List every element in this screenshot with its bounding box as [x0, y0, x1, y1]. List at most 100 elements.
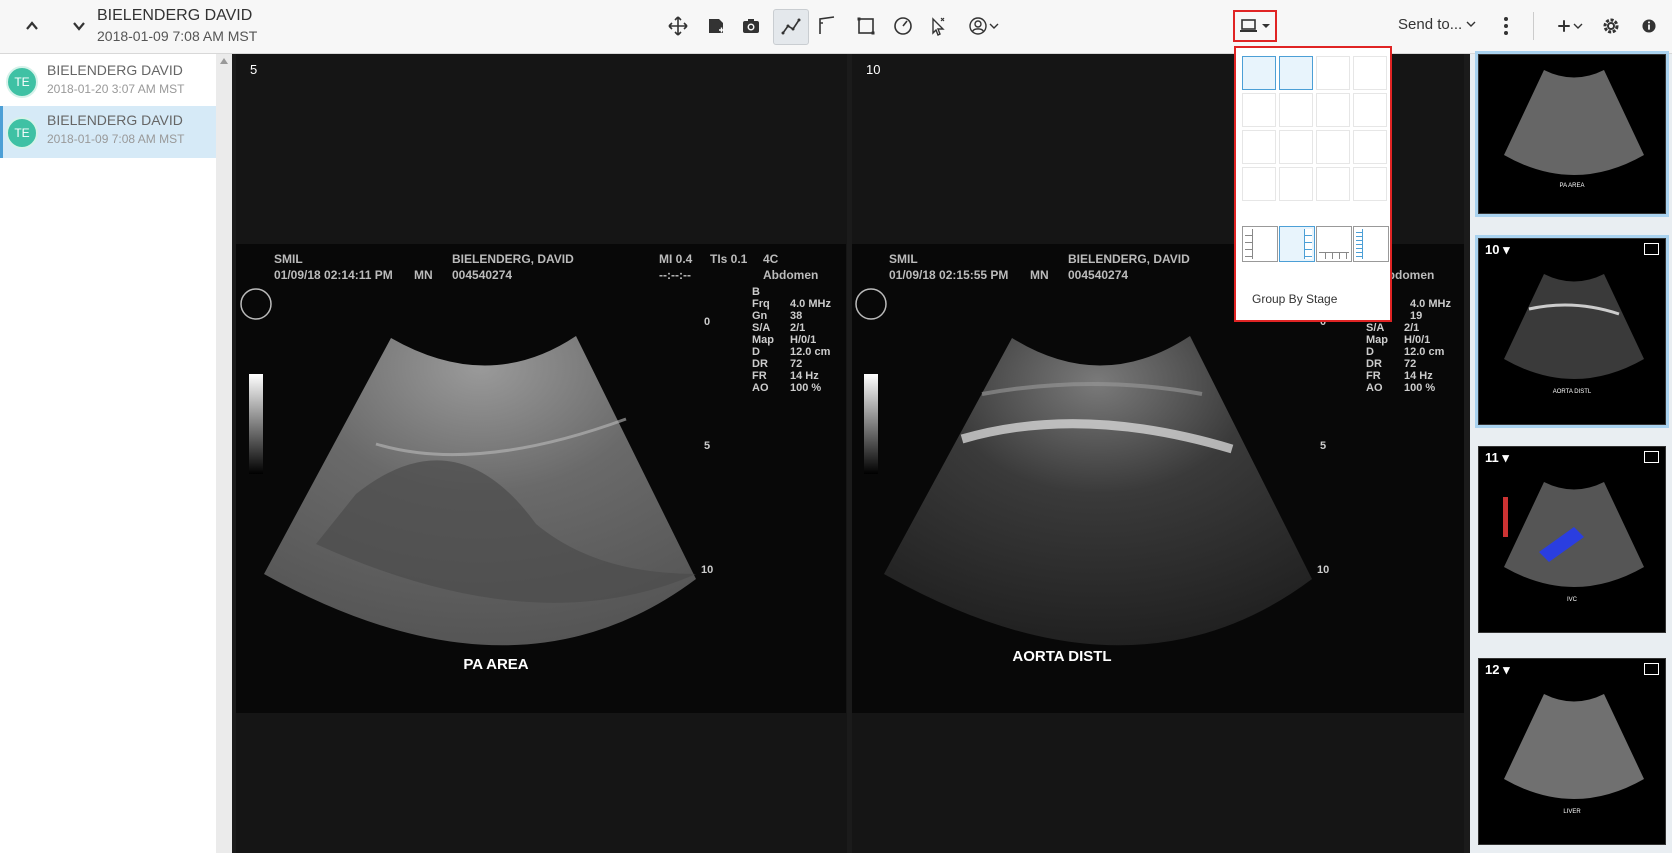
avatar: TE	[6, 117, 38, 149]
depth-label: 5	[1320, 440, 1327, 452]
thumbnail-number-dropdown[interactable]: 11 ▾	[1485, 450, 1509, 466]
study-patient-name: BIELENDERG DAVID	[47, 112, 183, 128]
viewport-1[interactable]: 5 SMIL 01/09/18 02:14:11 PM MN BIELENDER…	[236, 54, 847, 853]
thumbnail-number: 10	[1485, 242, 1500, 257]
us-site: SMIL	[274, 252, 303, 266]
pointer-icon	[932, 17, 945, 36]
param-value: H/0/1	[790, 334, 817, 346]
layout-grid-cell[interactable]	[1353, 130, 1387, 164]
thumbnail-item[interactable]: 10 ▾ AORTA DISTL	[1475, 235, 1669, 428]
thumbnail-caption: IVC	[1566, 597, 1577, 603]
param-key: S/A	[1366, 322, 1385, 334]
layout-grid-cell[interactable]	[1316, 130, 1350, 164]
layout-preset-strip-bottom[interactable]	[1316, 226, 1352, 262]
viewport-number: 5	[250, 62, 258, 77]
depth-label: 5	[704, 440, 711, 452]
thumbnail-image	[1503, 482, 1644, 587]
chevron-up-icon	[26, 21, 38, 30]
us-patient: BIELENDERG, DAVID	[1068, 252, 1190, 266]
thumbnail-image	[1504, 694, 1644, 799]
image-caption: PA AREA	[463, 656, 529, 673]
param-value: 4.0 MHz	[1410, 298, 1451, 310]
layout-popup: Group By Stage	[1234, 46, 1392, 322]
param-value: 72	[1404, 358, 1417, 370]
layout-grid-cell[interactable]	[1279, 93, 1313, 127]
layout-preset-stack-right-narrow[interactable]	[1353, 226, 1389, 262]
layout-grid-cell[interactable]	[1353, 56, 1387, 90]
thumbnail-number-dropdown[interactable]: 12 ▾	[1485, 662, 1510, 678]
param-key: DR	[1366, 358, 1382, 370]
rectangle-tool[interactable]	[849, 9, 883, 43]
annotate-tool[interactable]	[699, 9, 733, 43]
param-value: 14 Hz	[790, 370, 819, 382]
prev-study-button[interactable]	[14, 8, 50, 44]
vertical-dots-icon	[1504, 17, 1508, 35]
gear-icon	[1603, 18, 1619, 34]
study-list-item[interactable]: TE BIELENDERG DAVID 2018-01-20 3:07 AM M…	[0, 56, 216, 108]
thumbnail-item[interactable]: PA AREA	[1475, 51, 1669, 217]
param-value: H/0/1	[1404, 334, 1431, 346]
layout-preset-stack-left[interactable]	[1242, 226, 1278, 262]
layout-grid-cell[interactable]	[1316, 167, 1350, 201]
us-datetime: 01/09/18 02:14:11 PM	[274, 268, 393, 282]
param-value: 100 %	[1404, 382, 1436, 394]
group-by-stage-option[interactable]: Group By Stage	[1252, 292, 1337, 306]
param-key: DR	[752, 358, 768, 370]
study-list-item-selected[interactable]: TE BIELENDERG DAVID 2018-01-09 7:08 AM M…	[0, 106, 216, 158]
info-button[interactable]	[1632, 9, 1666, 43]
layout-grid-cell[interactable]	[1242, 130, 1276, 164]
snapshot-tool[interactable]	[734, 9, 768, 43]
layout-grid-cell[interactable]	[1242, 167, 1276, 201]
send-to-dropdown[interactable]: Send to...	[1398, 16, 1476, 33]
sidebar-scrollbar[interactable]	[216, 54, 232, 853]
pan-tool[interactable]	[661, 9, 695, 43]
angle-tool[interactable]	[810, 9, 844, 43]
ellipse-tool[interactable]	[886, 9, 920, 43]
layout-grid-cell[interactable]	[1316, 93, 1350, 127]
top-toolbar: BIELENDERG DAVID 2018-01-09 7:08 AM MST …	[0, 0, 1672, 54]
layout-button[interactable]	[1233, 10, 1277, 42]
depth-label: 0	[704, 316, 711, 328]
thumbnail-number-dropdown[interactable]: 10 ▾	[1485, 242, 1510, 258]
layout-preset-stack-right[interactable]	[1279, 226, 1315, 262]
thumbnail-image	[1504, 274, 1644, 379]
param-key: D	[752, 346, 760, 358]
us-patient-id: 004540274	[1068, 268, 1129, 282]
next-study-button[interactable]	[61, 8, 97, 44]
caret-down-icon	[1261, 24, 1270, 28]
us-site: SMIL	[889, 252, 918, 266]
layout-grid-cell[interactable]	[1353, 167, 1387, 201]
layout-grid-cell[interactable]	[1316, 56, 1350, 90]
pointer-tool[interactable]	[921, 9, 955, 43]
param-key: Gn	[752, 310, 768, 322]
layout-grid-cell[interactable]	[1242, 56, 1276, 90]
settings-button[interactable]	[1594, 9, 1628, 43]
layout-grid-cell[interactable]	[1279, 56, 1313, 90]
camera-icon	[743, 19, 759, 33]
param-key: Map	[752, 334, 774, 346]
add-dropdown[interactable]	[1551, 9, 1587, 43]
param-key: FR	[1366, 370, 1381, 382]
annotate-icon	[709, 19, 724, 33]
chevron-down-icon	[1573, 23, 1583, 29]
layout-grid-cell[interactable]	[1353, 93, 1387, 127]
us-probe: 4C	[763, 252, 779, 266]
us-operator: MN	[1030, 268, 1049, 282]
series-thumbnails: PA AREA 10 ▾ AORTA DISTL 11 ▾ IVC 12 ▾ L…	[1470, 51, 1672, 853]
layout-grid-cell[interactable]	[1279, 167, 1313, 201]
user-tool-dropdown[interactable]	[962, 9, 1004, 43]
param-value: 2/1	[790, 322, 806, 334]
patient-name: BIELENDERG DAVID	[97, 7, 253, 24]
toolbar-divider	[1533, 12, 1534, 40]
chevron-down-icon	[73, 22, 85, 31]
layout-presets	[1242, 226, 1390, 266]
layout-grid-cell[interactable]	[1242, 93, 1276, 127]
more-options-button[interactable]	[1489, 9, 1523, 43]
thumbnail-item[interactable]: 12 ▾ LIVER	[1478, 658, 1666, 845]
polyline-tool[interactable]	[773, 9, 809, 45]
layout-grid-cell[interactable]	[1279, 130, 1313, 164]
param-value: 4.0 MHz	[790, 298, 831, 310]
us-exam: Abdomen	[763, 268, 819, 282]
layout-grid	[1242, 56, 1390, 204]
thumbnail-item[interactable]: 11 ▾ IVC	[1478, 446, 1666, 633]
